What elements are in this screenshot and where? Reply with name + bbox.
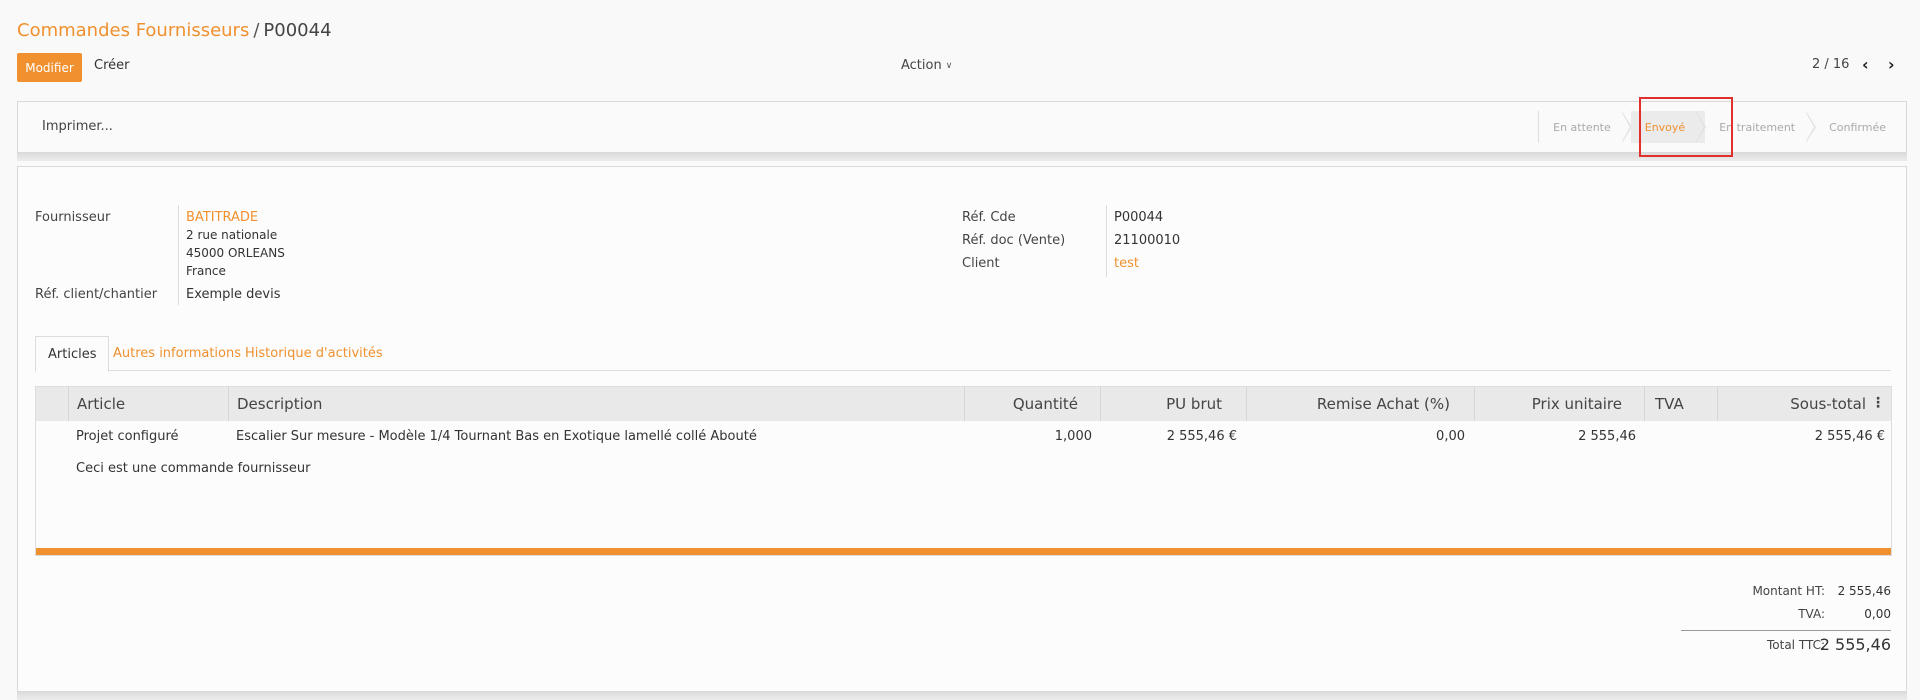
column-header-discount[interactable]: Remise Achat (%) bbox=[1246, 387, 1474, 421]
chevron-left-icon[interactable]: ‹ bbox=[1862, 55, 1869, 74]
order-ref-label: Réf. Cde bbox=[962, 210, 1016, 225]
client-link[interactable]: test bbox=[1114, 256, 1139, 271]
column-header-quantity[interactable]: Quantité bbox=[964, 387, 1100, 421]
table-cell-subtotal[interactable]: 2 555,46 € bbox=[1717, 429, 1885, 444]
breadcrumb-parent-link[interactable]: Commandes Fournisseurs bbox=[17, 20, 249, 41]
table-cell-quantity[interactable]: 1,000 bbox=[964, 429, 1092, 444]
order-lines-table: Article Description Quantité PU brut Rem… bbox=[35, 386, 1892, 556]
supplier-label: Fournisseur bbox=[35, 210, 111, 225]
column-header-article[interactable]: Article bbox=[68, 387, 228, 421]
client-label: Client bbox=[962, 256, 1000, 271]
stage-confirmee[interactable]: Confirmée bbox=[1815, 111, 1906, 143]
action-dropdown[interactable]: Action ∨ bbox=[901, 58, 952, 73]
table-cell-article[interactable]: Projet configuré bbox=[76, 429, 179, 444]
edit-button[interactable]: Modifier bbox=[17, 53, 82, 82]
column-header-tva[interactable]: TVA bbox=[1644, 387, 1717, 421]
client-ref-value: Exemple devis bbox=[186, 287, 281, 302]
tab-historique[interactable]: Historique d'activités bbox=[233, 336, 395, 371]
column-header-subtotal[interactable]: Sous-total bbox=[1717, 387, 1892, 421]
sale-ref-label: Réf. doc (Vente) bbox=[962, 233, 1066, 248]
table-header: Article Description Quantité PU brut Rem… bbox=[36, 387, 1891, 421]
form-sheet: Fournisseur BATITRADE 2 rue nationale 45… bbox=[17, 166, 1907, 692]
pager-counter: 2 / 16 bbox=[1812, 57, 1850, 72]
column-header-pu-brut[interactable]: PU brut bbox=[1100, 387, 1246, 421]
total-ht-value: 2 555,46 bbox=[1837, 584, 1891, 598]
chevron-down-icon: ∨ bbox=[945, 60, 953, 71]
table-footer-bar bbox=[36, 548, 1891, 555]
supplier-address-line: 45000 ORLEANS bbox=[186, 246, 285, 260]
statusbar-shadow bbox=[17, 153, 1907, 161]
table-cell-discount[interactable]: 0,00 bbox=[1246, 429, 1465, 444]
highlight-box bbox=[1639, 97, 1733, 157]
column-header-description[interactable]: Description bbox=[228, 387, 964, 421]
supplier-link[interactable]: BATITRADE bbox=[186, 210, 258, 225]
divider bbox=[178, 205, 179, 291]
action-dropdown-label: Action bbox=[901, 58, 942, 73]
breadcrumb: Commandes Fournisseurs / P00044 bbox=[17, 20, 332, 41]
sheet-shadow bbox=[17, 692, 1907, 700]
print-button[interactable]: Imprimer... bbox=[42, 119, 113, 134]
divider bbox=[1106, 205, 1107, 277]
tab-autres-informations[interactable]: Autres informations bbox=[101, 336, 253, 371]
divider bbox=[178, 283, 179, 305]
sale-ref-value: 21100010 bbox=[1114, 233, 1181, 248]
table-cell-pu-brut[interactable]: 2 555,46 € bbox=[1100, 429, 1237, 444]
column-options-icon[interactable]: ⋮ bbox=[1871, 395, 1885, 411]
table-cell-description[interactable]: Escalier Sur mesure - Modèle 1/4 Tournan… bbox=[236, 429, 757, 444]
totals-divider bbox=[1681, 630, 1891, 631]
create-button[interactable]: Créer bbox=[94, 58, 129, 73]
supplier-address-line: 2 rue nationale bbox=[186, 228, 278, 242]
status-bar: Imprimer... En attente Envoyé En traitem… bbox=[17, 101, 1907, 153]
client-ref-label: Réf. client/chantier bbox=[35, 287, 158, 302]
stage-en-attente[interactable]: En attente bbox=[1539, 111, 1632, 143]
total-tva-value: 0,00 bbox=[1864, 607, 1891, 621]
supplier-address-line: France bbox=[186, 264, 226, 278]
order-ref-value: P00044 bbox=[1114, 210, 1164, 225]
breadcrumb-current: P00044 bbox=[263, 20, 332, 41]
total-ttc-value: 2 555,46 bbox=[1819, 635, 1891, 654]
breadcrumb-separator: / bbox=[253, 20, 260, 41]
tab-articles[interactable]: Articles bbox=[35, 336, 110, 372]
table-cell-unit-price[interactable]: 2 555,46 bbox=[1474, 429, 1636, 444]
notebook-tabs: Articles Autres informations Historique … bbox=[35, 336, 1891, 372]
column-header-unit-price[interactable]: Prix unitaire bbox=[1474, 387, 1644, 421]
table-note-row[interactable]: Ceci est une commande fournisseur bbox=[76, 461, 310, 476]
chevron-right-icon[interactable]: › bbox=[1888, 55, 1895, 74]
